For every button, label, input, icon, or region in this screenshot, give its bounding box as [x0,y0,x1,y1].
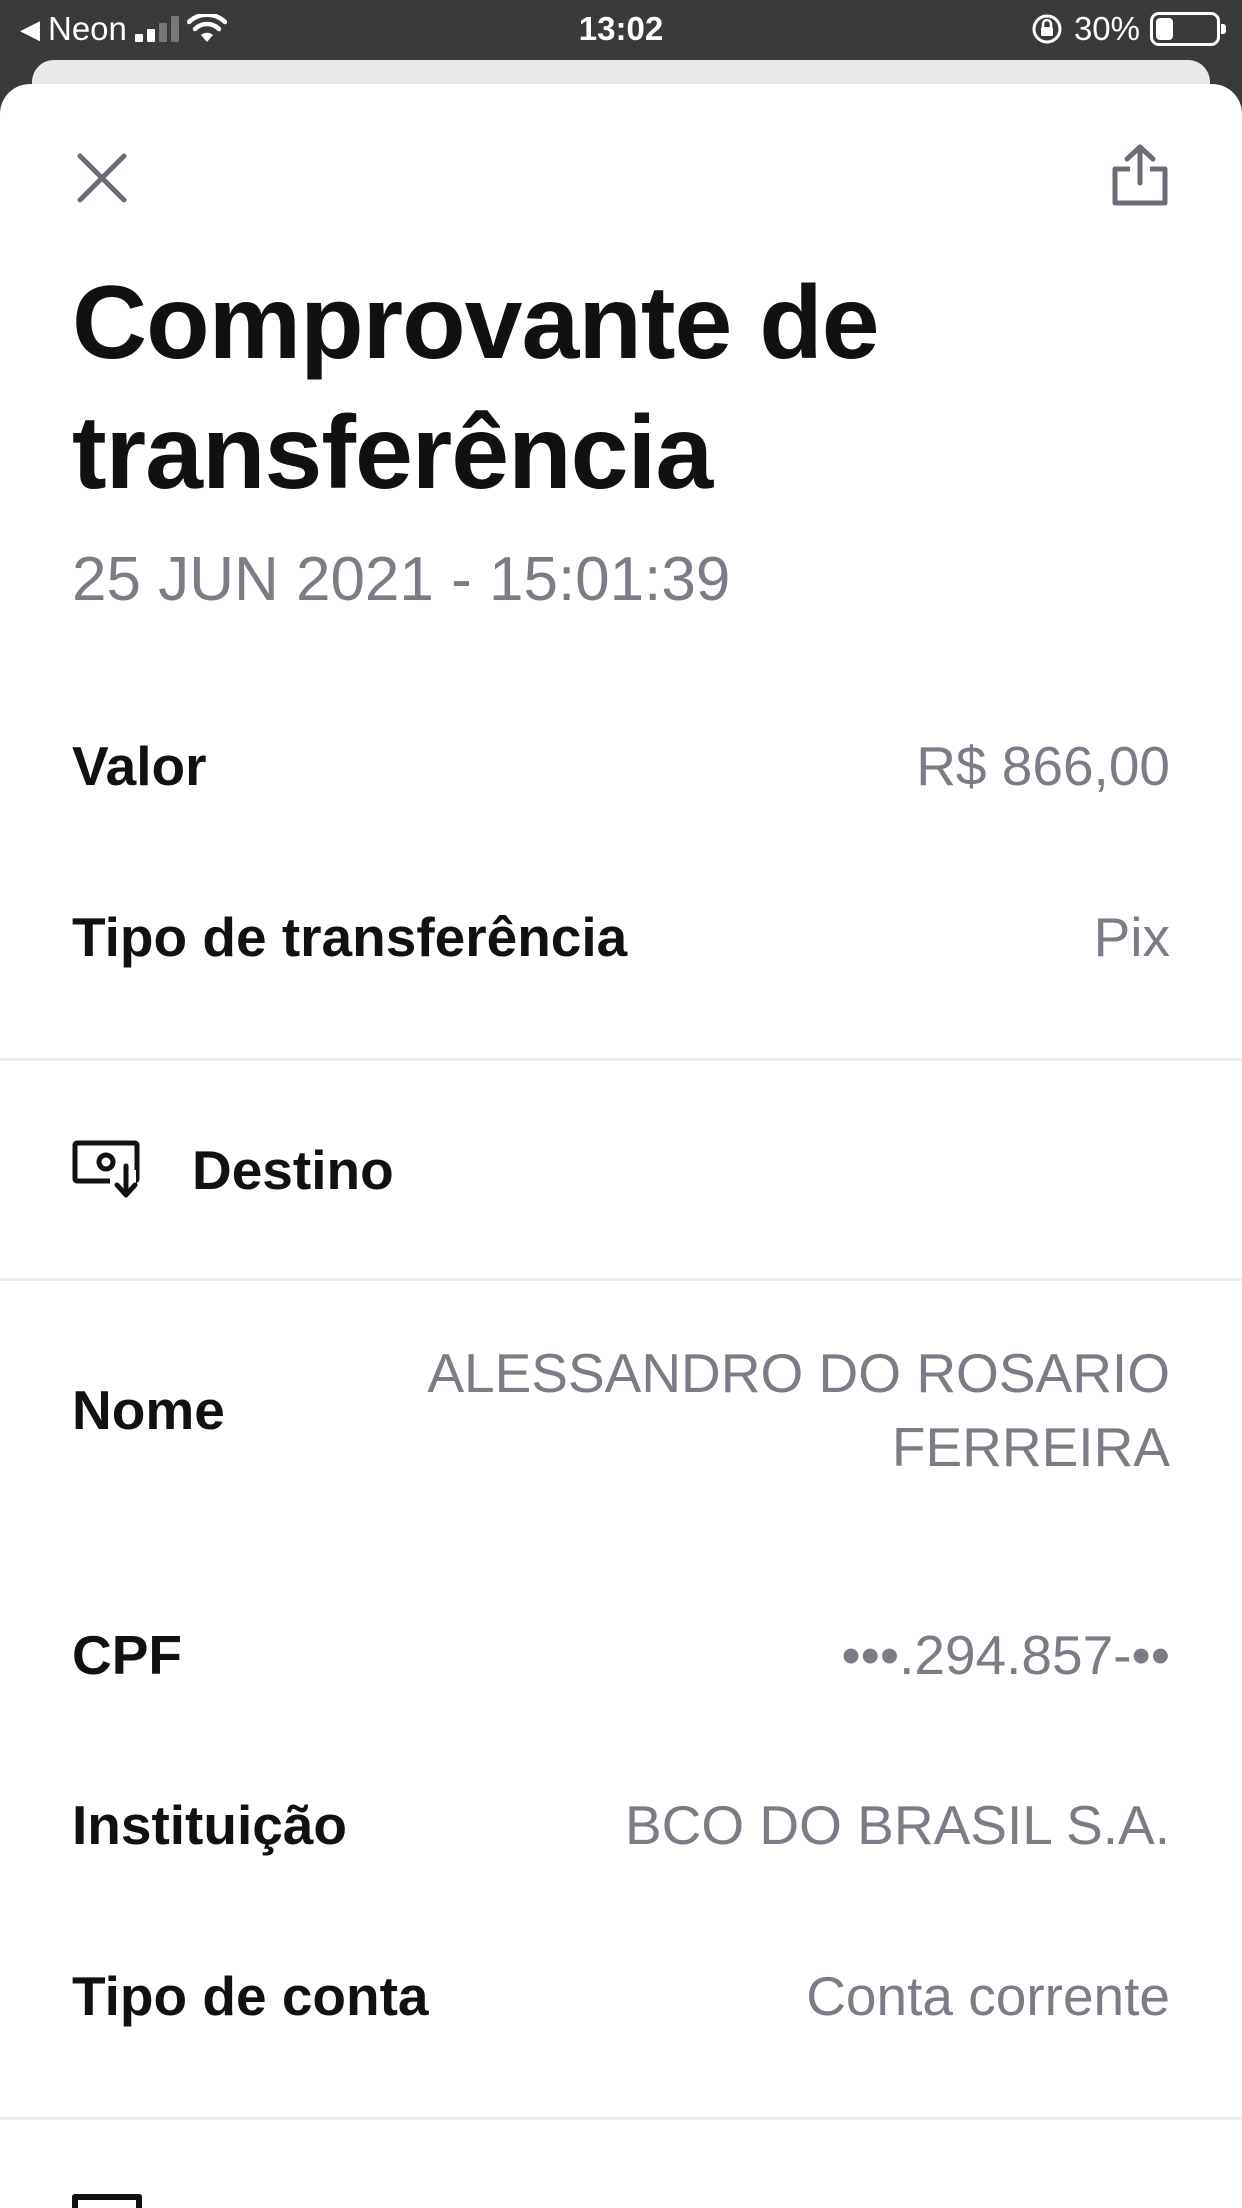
rotation-lock-icon [1032,14,1062,44]
cpf-value: •••.294.857-•• [841,1624,1170,1686]
instituicao-row: Instituição BCO DO BRASIL S.A. [72,1788,1170,1862]
tipo-transferencia-value: Pix [1093,906,1170,968]
instituicao-label: Instituição [72,1794,348,1856]
close-button[interactable] [62,138,142,218]
transaction-date: 25 JUN 2021 - 15:01:39 [72,545,731,614]
divider [0,1058,1242,1061]
nome-row: Nome ALESSANDRO DO ROSARIO FERREIRA [72,1336,1170,1484]
battery-icon [1150,12,1226,46]
instituicao-value: BCO DO BRASIL S.A. [624,1794,1170,1856]
valor-value: R$ 866,00 [916,735,1170,797]
origem-section-icon [72,2194,142,2208]
receipt-sheet: Comprovante de transferência 25 JUN 2021… [0,84,1242,2208]
tipo-conta-label: Tipo de conta [72,1965,429,2027]
destino-title: Destino [192,1139,394,1201]
page-title-line1: Comprovante de [72,265,880,381]
tipo-transferencia-label: Tipo de transferência [72,906,628,968]
tipo-transferencia-row: Tipo de transferência Pix [72,900,1170,974]
divider [0,2117,1242,2120]
status-bar: ◀ Neon 13:02 30% [0,0,1242,60]
valor-row: Valor R$ 866,00 [72,729,1170,803]
page-title-line2: transferência [72,395,713,511]
valor-label: Valor [72,735,207,797]
nome-value: ALESSANDRO DO ROSARIO FERREIRA [427,1336,1170,1484]
status-bar-right: 30% [1030,10,1226,48]
nome-value-line1: ALESSANDRO DO ROSARIO [427,1342,1170,1404]
receive-money-icon [72,1140,140,1198]
destino-section-header: Destino [72,1138,394,1202]
page-title: Comprovante de transferência [72,258,1172,518]
nome-label: Nome [72,1379,225,1441]
tipo-conta-value: Conta corrente [806,1965,1170,2027]
close-icon [77,153,127,203]
battery-percent: 30% [1073,10,1140,47]
cpf-label: CPF [72,1624,182,1686]
nome-value-line2: FERREIRA [891,1416,1170,1478]
cpf-row: CPF •••.294.857-•• [72,1618,1170,1692]
share-icon [1112,144,1168,206]
tipo-conta-row: Tipo de conta Conta corrente [72,1959,1170,2033]
divider [0,1278,1242,1281]
share-button[interactable] [1100,130,1180,220]
